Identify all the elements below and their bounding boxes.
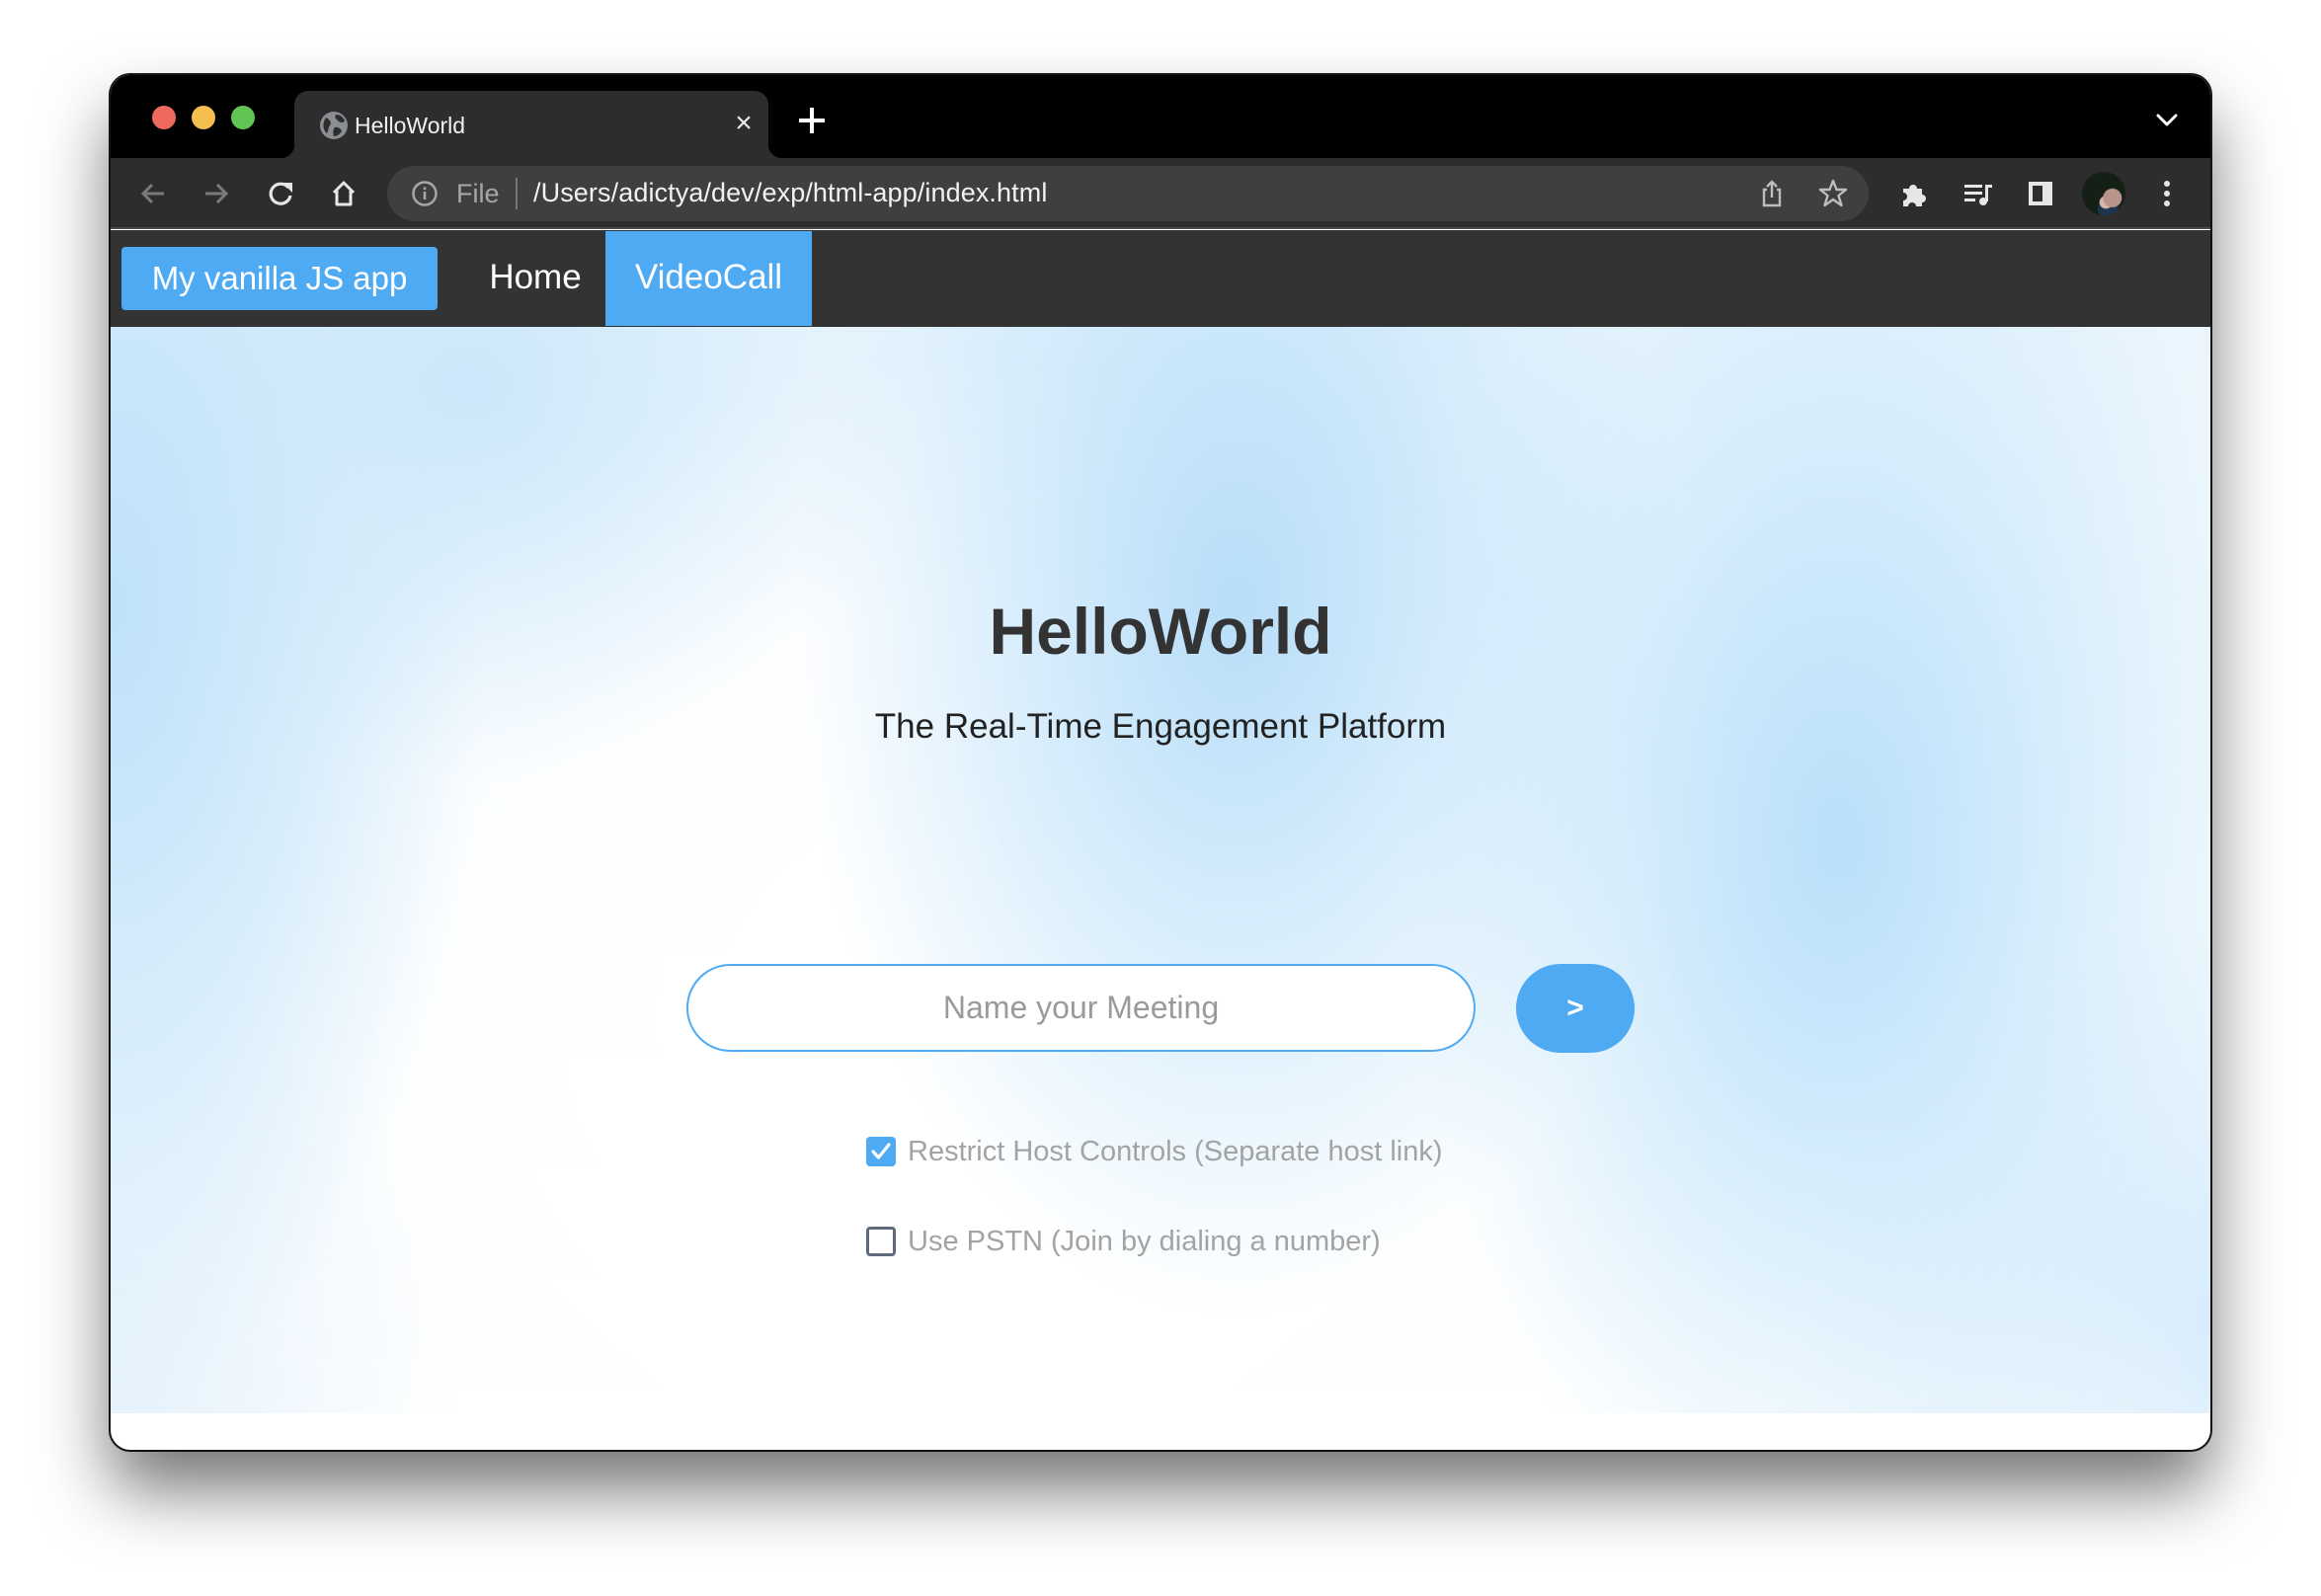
url-scheme-label: File [456,179,500,208]
forward-button[interactable] [199,176,234,211]
create-meeting-button[interactable]: > [1516,964,1635,1053]
browser-window: HelloWorld × File /Users/adictya/dev/exp… [111,75,2210,1450]
close-tab-icon[interactable]: × [729,109,759,138]
media-control-button[interactable] [1961,176,1996,211]
puzzle-icon [1903,185,1926,206]
url-text[interactable]: /Users/adictya/dev/exp/html-app/index.ht… [533,177,1047,208]
tab-strip: HelloWorld × [111,75,2210,158]
share-icon[interactable] [1756,178,1788,209]
browser-toolbar: File /Users/adictya/dev/exp/html-app/ind… [111,158,2210,229]
window-minimize-button[interactable] [192,106,215,129]
brand-link[interactable]: My vanilla JS app [121,247,438,310]
omnibox-divider [516,178,518,209]
browser-menu-button[interactable] [2149,176,2185,211]
info-icon[interactable] [411,180,439,207]
back-button[interactable] [135,176,171,211]
reload-icon [269,182,292,205]
nav-link-videocall[interactable]: VideoCall [605,231,812,326]
extensions-button[interactable] [1896,176,1932,211]
meeting-name-input[interactable] [686,964,1476,1052]
restrict-host-checkbox[interactable] [866,1137,896,1166]
page-title: HelloWorld [989,595,1332,668]
main-content: HelloWorld The Real-Time Engagement Plat… [111,327,2210,1413]
pstn-label: Use PSTN (Join by dialing a number) [908,1226,1381,1257]
side-panel-button[interactable] [2023,176,2058,211]
nav-link-home[interactable]: Home [466,231,604,326]
tab-title: HelloWorld [355,113,466,138]
media-queue-icon [1964,185,1992,205]
star-icon[interactable] [1817,178,1849,209]
arrow-left-icon [140,183,164,204]
app-navbar: My vanilla JS app Home VideoCall [111,230,2210,327]
side-panel-icon [2029,182,2052,205]
window-close-button[interactable] [152,106,176,129]
reload-button[interactable] [263,176,298,211]
tab-search-button[interactable] [2155,113,2179,128]
restrict-host-option[interactable]: Restrict Host Controls (Separate host li… [866,1134,1443,1169]
kebab-menu-icon [2164,181,2170,206]
globe-icon [320,112,348,139]
window-zoom-button[interactable] [231,106,255,129]
page-subtitle: The Real-Time Engagement Platform [874,707,1447,746]
pstn-checkbox[interactable] [866,1227,896,1256]
address-bar[interactable]: File /Users/adictya/dev/exp/html-app/ind… [387,166,1869,221]
home-button[interactable] [326,176,361,211]
browser-tab[interactable]: HelloWorld × [280,91,782,158]
restrict-host-label: Restrict Host Controls (Separate host li… [908,1136,1443,1167]
home-icon [332,181,356,206]
new-tab-button[interactable] [796,105,828,136]
arrow-right-icon [205,183,229,204]
chevron-down-icon [2156,114,2178,126]
avatar[interactable] [2082,172,2125,215]
checkmark-icon [871,1143,891,1159]
pstn-option[interactable]: Use PSTN (Join by dialing a number) [866,1224,1381,1259]
